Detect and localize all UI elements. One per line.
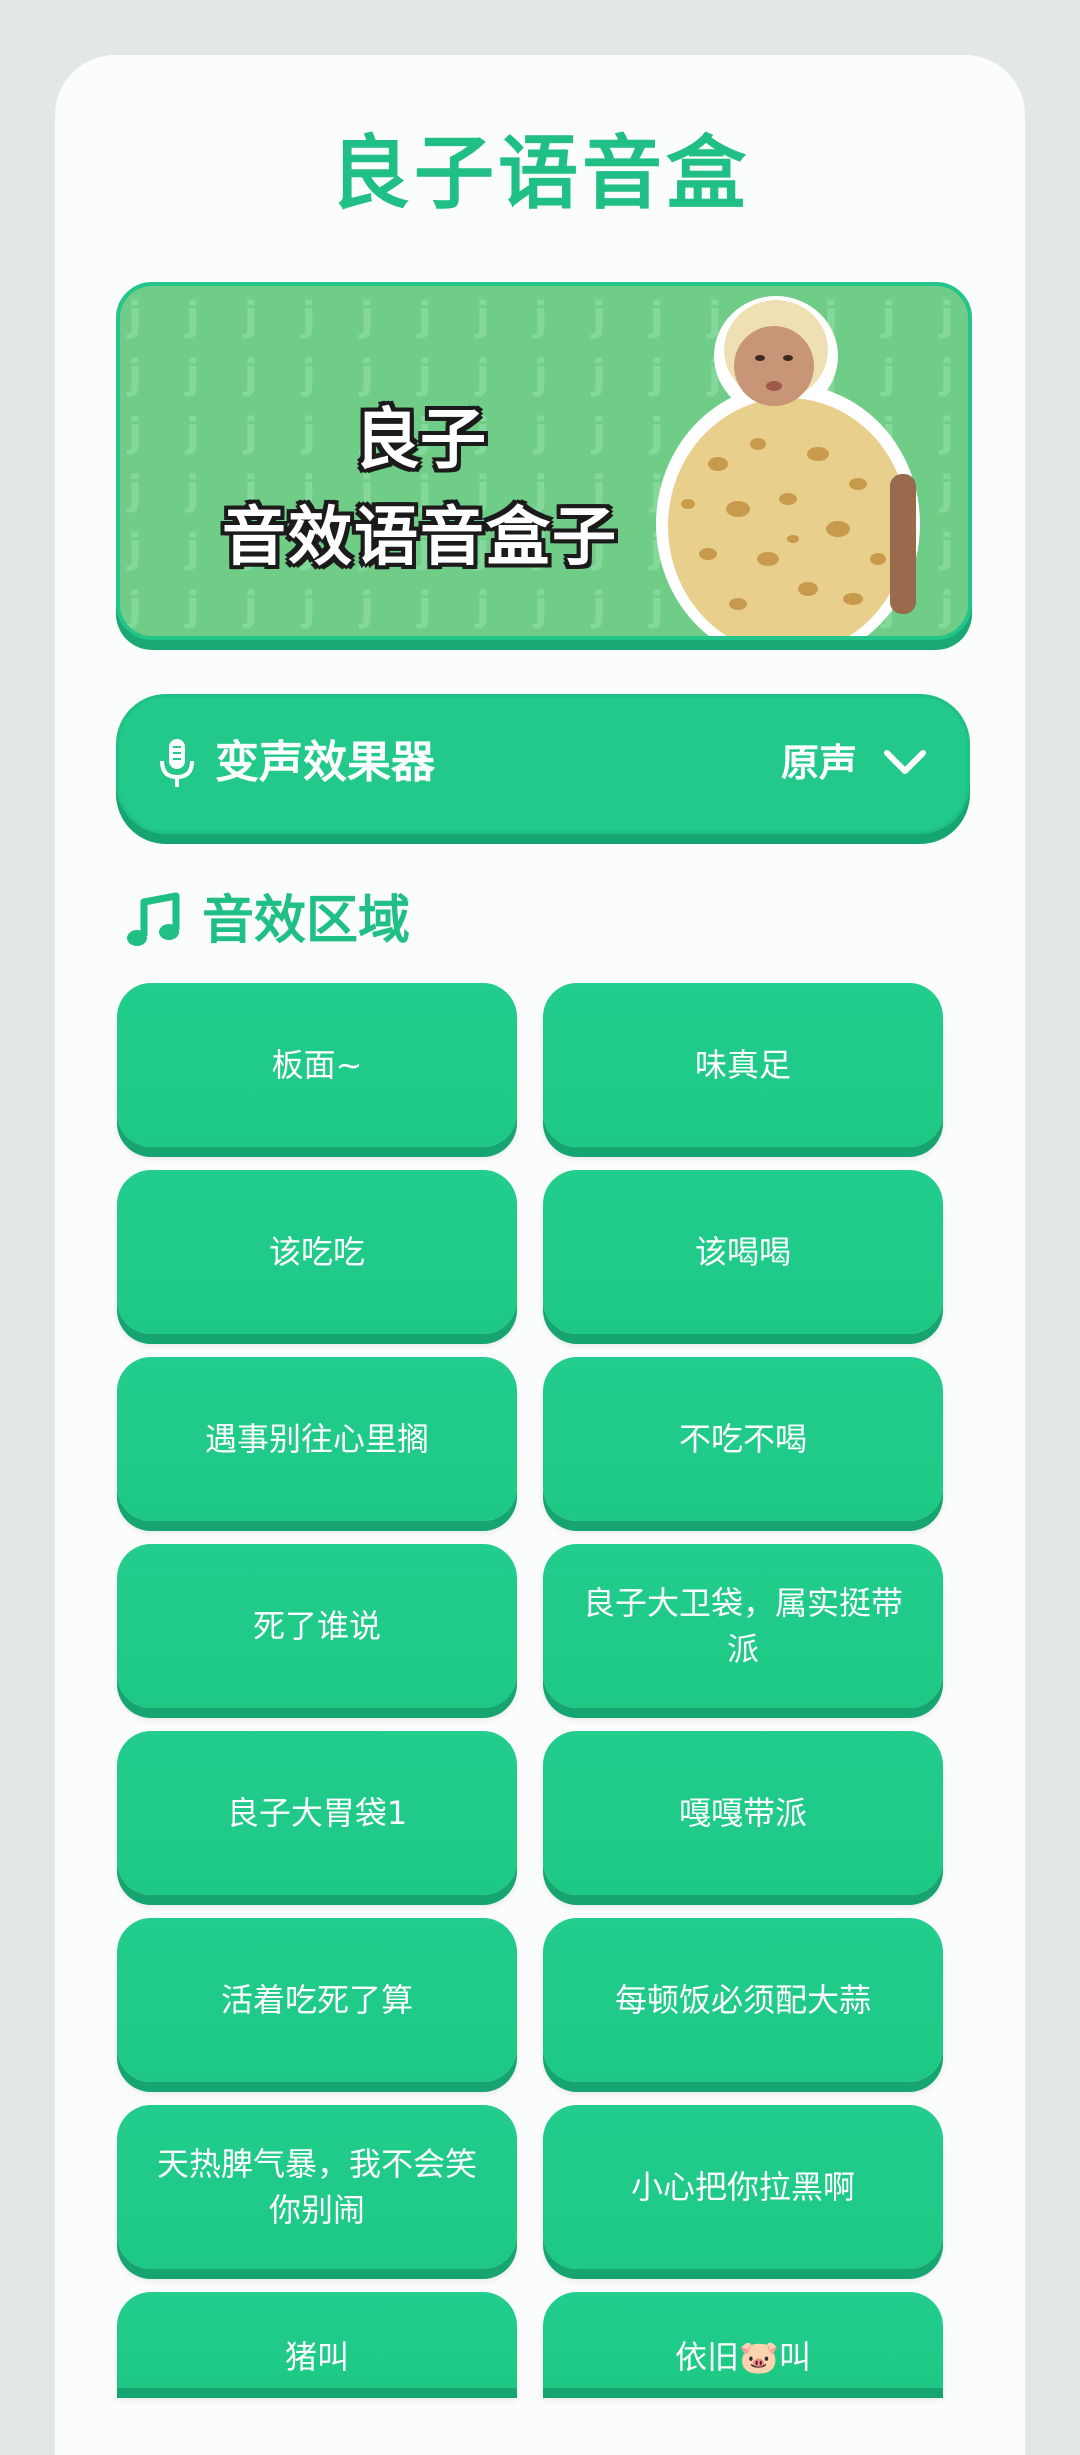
sound-button[interactable]: 遇事别往心里搁 — [117, 1357, 517, 1521]
banner-line-2: 音效语音盒子 — [222, 501, 618, 575]
sound-button[interactable]: 小心把你拉黑啊 — [543, 2105, 943, 2269]
chevron-down-icon — [884, 750, 926, 774]
sound-button[interactable]: 嘎嘎带派 — [543, 1731, 943, 1895]
sound-button[interactable]: 良子大卫袋，属实挺带派 — [543, 1544, 943, 1708]
sound-button[interactable]: 猪叫 — [117, 2292, 517, 2388]
sound-button[interactable]: 该喝喝 — [543, 1170, 943, 1334]
sound-button[interactable]: 良子大胃袋1 — [117, 1731, 517, 1895]
sound-button[interactable]: 板面~ — [117, 983, 517, 1147]
music-note-icon — [127, 892, 180, 946]
sound-button[interactable]: 不吃不喝 — [543, 1357, 943, 1521]
app-title: 良子语音盒 — [330, 127, 750, 220]
banner: j 良子 音效语音盒子 — [116, 282, 972, 640]
sound-button[interactable]: 味真足 — [543, 983, 943, 1147]
sound-button[interactable]: 死了谁说 — [117, 1544, 517, 1708]
mic-icon — [160, 739, 194, 787]
banner-line-1: 良子 — [354, 401, 486, 478]
mascot-figure — [656, 296, 920, 636]
voice-changer-selector[interactable]: 变声效果器 原声 — [116, 694, 970, 834]
sound-button[interactable]: 依旧🐷叫 — [543, 2292, 943, 2388]
sound-button[interactable]: 该吃吃 — [117, 1170, 517, 1334]
sound-button[interactable]: 活着吃死了算 — [117, 1918, 517, 2082]
sound-button[interactable]: 天热脾气暴，我不会笑你别闹 — [117, 2105, 517, 2269]
voice-changer-value: 原声 — [780, 741, 857, 785]
sound-button[interactable]: 每顿饭必须配大蒜 — [543, 1918, 943, 2082]
section-title: 音效区域 — [202, 891, 411, 951]
voice-changer-title: 变声效果器 — [215, 737, 435, 788]
